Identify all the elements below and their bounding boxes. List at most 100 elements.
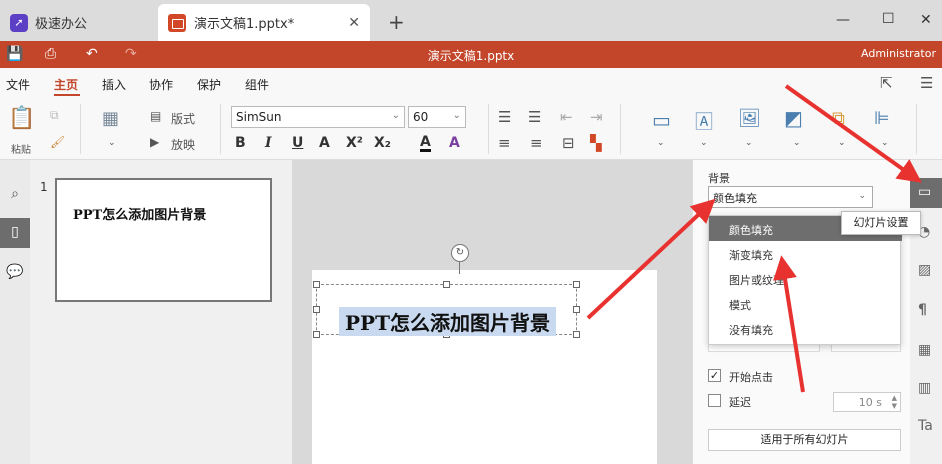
add-slide-dropdown-icon[interactable]: ⌄ xyxy=(108,138,116,148)
menu-home[interactable]: 主页 xyxy=(54,76,78,93)
strikethrough-button[interactable]: A xyxy=(319,135,330,151)
search-icon[interactable]: ⌕ xyxy=(6,186,24,204)
arrange-icon[interactable]: ⧉ xyxy=(832,108,845,129)
thumbnail-title: PPT怎么添加图片背景 xyxy=(73,208,207,223)
menu-file[interactable]: 文件 xyxy=(6,76,30,93)
chevron-down-icon[interactable]: ⌄ xyxy=(657,138,665,148)
separator xyxy=(488,104,489,154)
option-picture-texture[interactable]: 图片或纹理 xyxy=(709,266,902,291)
apply-all-slides-button[interactable]: 适用于所有幻灯片 xyxy=(708,429,901,451)
menu-protect[interactable]: 保护 xyxy=(197,76,221,93)
chevron-down-icon[interactable]: ⌄ xyxy=(881,138,889,148)
separator xyxy=(80,104,81,154)
paragraph-settings-icon[interactable]: ¶ xyxy=(918,302,927,318)
resize-handle[interactable] xyxy=(443,281,450,288)
resize-handle[interactable] xyxy=(313,306,320,313)
background-label: 背景 xyxy=(708,172,730,185)
increase-indent-icon[interactable]: ⇥ xyxy=(590,108,603,126)
option-pattern[interactable]: 模式 xyxy=(709,291,902,316)
resize-handle[interactable] xyxy=(313,331,320,338)
delay-input[interactable]: 10 s ▲ ▼ xyxy=(833,392,901,412)
minimize-icon[interactable]: — xyxy=(836,12,850,28)
numbered-list-icon[interactable]: ☰ xyxy=(528,108,541,126)
slideshow-button[interactable]: 放映 xyxy=(171,136,195,153)
new-tab-icon[interactable]: + xyxy=(388,10,405,34)
shape-icon[interactable]: ◩ xyxy=(784,106,803,130)
slide[interactable]: ↻ PPT怎么添加图片背景 xyxy=(312,244,657,464)
resize-handle[interactable] xyxy=(573,281,580,288)
rotate-connector xyxy=(459,262,460,274)
picture-icon[interactable]: 🖼 xyxy=(738,108,761,129)
resize-handle[interactable] xyxy=(573,331,580,338)
chevron-down-icon[interactable]: ⌄ xyxy=(838,138,846,148)
ppt-file-icon xyxy=(168,13,186,32)
start-click-label: 开始点击 xyxy=(729,371,773,384)
superscript-button[interactable]: X² xyxy=(346,135,363,151)
chart-settings-icon[interactable]: ▥ xyxy=(918,380,931,396)
background-fill-select[interactable]: 颜色填充 ⌄ xyxy=(708,186,873,208)
paste-label: 粘贴 xyxy=(11,145,31,156)
app-logo-icon: ➚ xyxy=(10,13,28,32)
align-objects-icon[interactable]: ⊫ xyxy=(874,108,890,129)
menu-collaborate[interactable]: 协作 xyxy=(149,76,173,93)
vertical-align-icon[interactable]: ⊟ xyxy=(562,134,575,152)
slides-panel-icon[interactable]: ▯ xyxy=(6,224,24,242)
chevron-down-icon[interactable]: ⌄ xyxy=(700,138,708,148)
option-no-fill[interactable]: 没有填充 xyxy=(709,316,902,341)
chevron-down-icon: ⌄ xyxy=(391,110,400,121)
spinner-arrows-icon[interactable]: ▲ ▼ xyxy=(892,394,897,410)
menu-components[interactable]: 组件 xyxy=(245,76,269,93)
tab-app[interactable]: ➚ 极速办公 xyxy=(0,4,155,41)
layout-icon: ▤ xyxy=(150,109,162,123)
layout-button[interactable]: 版式 xyxy=(171,110,195,127)
paste-icon[interactable]: 📋 xyxy=(8,106,35,131)
close-window-icon[interactable]: ✕ xyxy=(920,12,932,28)
underline-button[interactable]: U xyxy=(292,135,303,151)
decrease-indent-icon[interactable]: ⇤ xyxy=(560,108,573,126)
maximize-icon[interactable]: ☐ xyxy=(882,11,895,27)
text-box-icon[interactable]: ▭ xyxy=(652,108,671,132)
rotate-handle-icon[interactable]: ↻ xyxy=(451,244,469,262)
user-name[interactable]: Administrator xyxy=(861,47,936,60)
menu-insert[interactable]: 插入 xyxy=(102,76,126,93)
line-spacing-icon[interactable]: ≡ xyxy=(530,134,543,152)
slide-settings-icon[interactable]: ▭ xyxy=(918,184,931,200)
comments-icon[interactable]: 💬 xyxy=(6,264,24,282)
slide-thumbnail[interactable]: PPT怎么添加图片背景 xyxy=(55,178,272,302)
resize-handle[interactable] xyxy=(313,281,320,288)
text-art-icon[interactable]: 🄰 xyxy=(695,108,713,134)
title-bar: 💾 ⎙ ↶ ↷ 演示文稿1.pptx Administrator xyxy=(0,41,942,68)
italic-button[interactable]: I xyxy=(265,135,272,151)
document-title: 演示文稿1.pptx xyxy=(427,49,515,63)
chevron-down-icon[interactable]: ⌄ xyxy=(793,138,801,148)
open-location-icon[interactable]: ⇱ xyxy=(880,74,893,92)
ribbon-toolbar: 📋 粘贴 ⧉ 🖌 ▦ ⌄ ▤ 版式 ▶ 放映 SimSun ⌄ 60 ⌄ B I… xyxy=(0,98,942,160)
font-family-select[interactable]: SimSun ⌄ xyxy=(231,106,405,128)
bold-button[interactable]: B xyxy=(235,135,246,151)
highlight-color-button[interactable]: A xyxy=(449,135,460,151)
format-painter-icon[interactable]: 🖌 xyxy=(50,135,65,149)
delay-checkbox[interactable] xyxy=(708,394,721,407)
chevron-down-icon[interactable]: ⌄ xyxy=(745,138,753,148)
title-placeholder[interactable]: PPT怎么添加图片背景 xyxy=(313,281,580,338)
align-icon[interactable]: ≡ xyxy=(498,134,511,152)
background-fill-value: 颜色填充 xyxy=(713,192,757,205)
option-gradient-fill[interactable]: 渐变填充 xyxy=(709,241,902,266)
hamburger-menu-icon[interactable]: ☰ xyxy=(920,74,933,92)
table-settings-icon[interactable]: ▦ xyxy=(918,342,931,358)
bullet-list-icon[interactable]: ☰ xyxy=(498,108,511,126)
subscript-button[interactable]: X₂ xyxy=(374,135,391,151)
font-size-value: 60 xyxy=(413,110,429,124)
image-settings-icon[interactable]: ▨ xyxy=(918,262,931,278)
font-color-button[interactable]: A xyxy=(420,135,431,152)
copy-icon[interactable]: ⧉ xyxy=(50,108,59,123)
close-tab-icon[interactable]: ✕ xyxy=(348,15,360,31)
resize-handle[interactable] xyxy=(573,306,580,313)
slide-title[interactable]: PPT怎么添加图片背景 xyxy=(339,307,556,336)
add-slide-icon[interactable]: ▦ xyxy=(102,108,119,129)
font-size-select[interactable]: 60 ⌄ xyxy=(408,106,466,128)
start-click-checkbox[interactable]: ✓ xyxy=(708,369,721,382)
text-art-settings-icon[interactable]: Ta xyxy=(918,418,933,434)
tab-document[interactable]: 演示文稿1.pptx* ✕ xyxy=(158,4,370,41)
clear-format-icon[interactable]: ▚ xyxy=(590,134,602,152)
